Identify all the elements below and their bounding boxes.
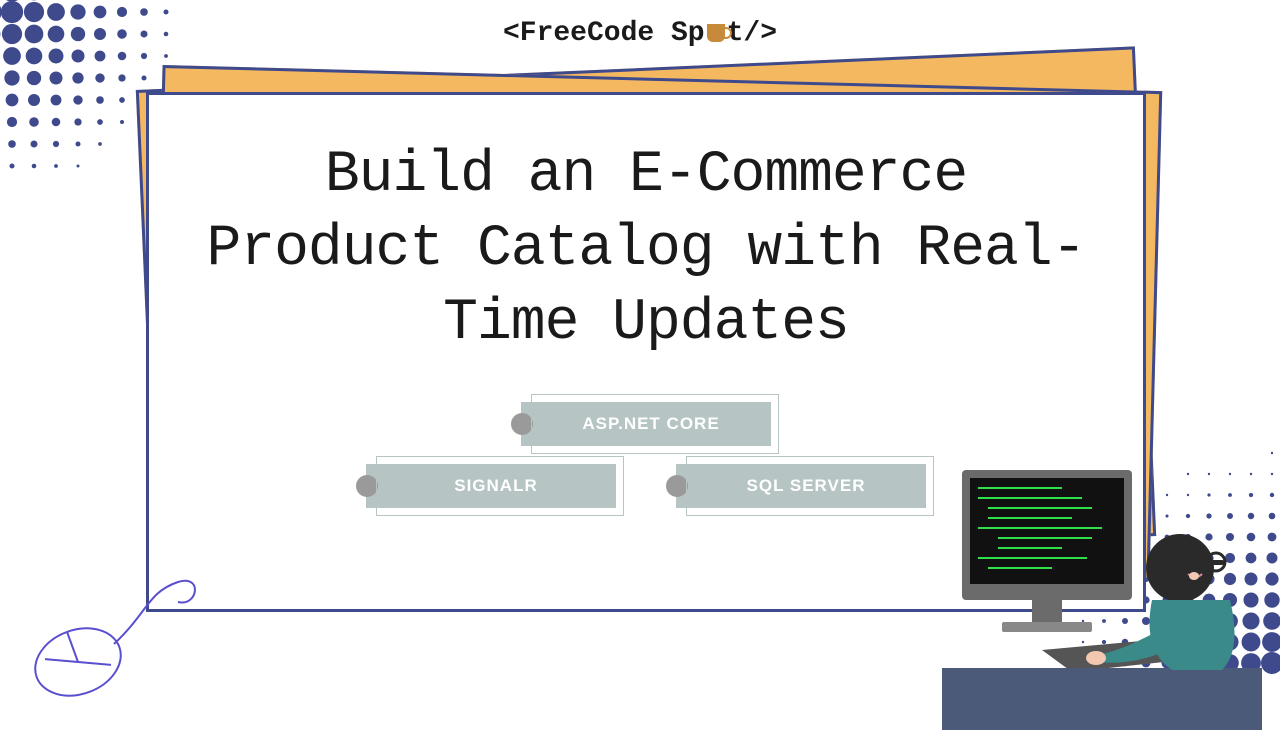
tag-label: SIGNALR [454,476,538,495]
logo-text-open: <FreeCode Sp [503,18,705,49]
tag-group: ASP.NET CORE SIGNALR SQL SERVER [366,402,926,508]
tag-label: SQL SERVER [747,476,866,495]
mouse-illustration [18,552,218,712]
tag-sql-server: SQL SERVER [676,464,926,508]
page-title: Build an E-Commerce Product Catalog with… [196,139,1096,362]
coder-illustration [942,450,1262,730]
logo-text-close: t/> [727,18,777,49]
coffee-cup-icon [707,24,725,42]
tag-signalr: SIGNALR [366,464,616,508]
tag-aspnet-core: ASP.NET CORE [521,402,771,446]
site-logo: <FreeCode Sp t/> [503,18,777,49]
tag-label: ASP.NET CORE [582,414,719,433]
